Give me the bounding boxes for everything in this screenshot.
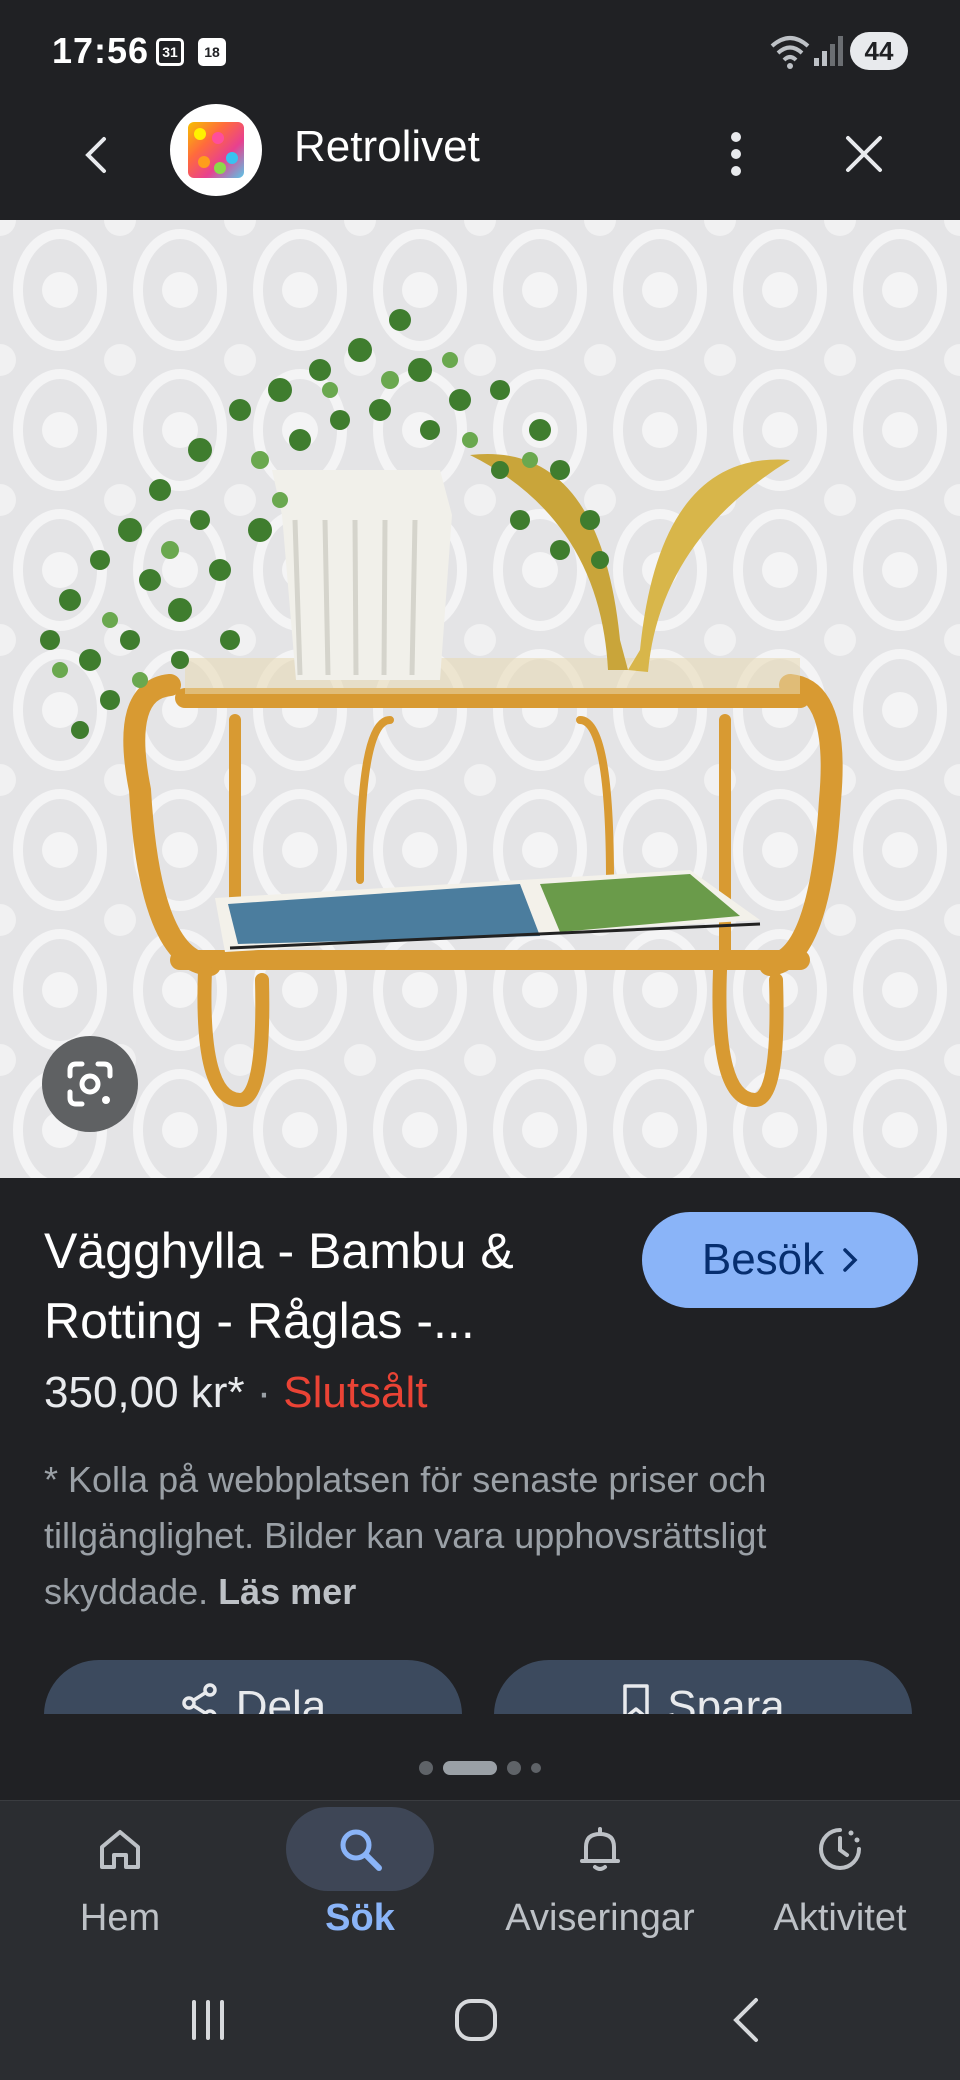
- site-logo: [188, 122, 244, 178]
- calendar-icon: 18: [198, 38, 226, 66]
- share-label: Dela: [235, 1682, 327, 1714]
- nav-item-notifications[interactable]: Aviseringar: [480, 1807, 720, 1957]
- system-navigation: [0, 1960, 960, 2080]
- system-back-button[interactable]: [714, 1988, 778, 2052]
- action-row: Dela Spara: [44, 1660, 914, 1714]
- nav-pill-active: [286, 1807, 434, 1891]
- search-icon: [340, 1829, 382, 1871]
- nav-pill: [766, 1807, 914, 1891]
- carousel-pager: [0, 1758, 960, 1778]
- status-bar: 17:56 31 18 44: [0, 0, 960, 104]
- nav-item-search[interactable]: Sök: [240, 1807, 480, 1957]
- system-home-button[interactable]: [444, 1988, 508, 2052]
- header: Retrolivet: [0, 104, 960, 220]
- pager-dot: [507, 1761, 521, 1775]
- nav-label-activity: Aktivitet: [773, 1897, 907, 1939]
- google-lens-icon: [67, 1061, 113, 1107]
- availability-status: Slutsålt: [283, 1368, 428, 1417]
- nav-pill: [526, 1807, 674, 1891]
- home-icon: [100, 1830, 140, 1869]
- recents-icon: [192, 2000, 224, 2040]
- nav-label-search: Sök: [325, 1897, 395, 1939]
- back-arrow-icon: [85, 137, 106, 173]
- pager-dot: [419, 1761, 433, 1775]
- close-icon: [846, 136, 882, 172]
- battery-indicator: 44: [850, 32, 908, 70]
- separator: ·: [256, 1368, 272, 1417]
- more-vertical-icon: [731, 132, 741, 176]
- bottom-navigation: Hem Sök Aviseringar Aktivitet: [0, 1800, 960, 1960]
- read-more-link[interactable]: Läs mer: [218, 1571, 356, 1612]
- shelf-photo: [0, 220, 960, 1178]
- product-image[interactable]: [0, 220, 960, 1178]
- calendar-icon: 31: [156, 38, 184, 66]
- chevron-right-icon: [843, 1248, 858, 1272]
- signal-icon: [814, 36, 843, 66]
- bookmark-icon: [623, 1684, 650, 1714]
- product-title[interactable]: Vägghylla - Bambu & Rotting - Råglas -..…: [44, 1216, 604, 1356]
- product-info: Vägghylla - Bambu & Rotting - Råglas -..…: [0, 1178, 960, 1798]
- pager-dot: [531, 1763, 541, 1773]
- wifi-icon: [770, 36, 810, 69]
- disclaimer-text: * Kolla på webbplatsen för senaste prise…: [44, 1459, 767, 1612]
- status-time: 17:56: [52, 30, 150, 71]
- site-name[interactable]: Retrolivet: [294, 122, 480, 172]
- disclaimer: * Kolla på webbplatsen för senaste prise…: [44, 1452, 904, 1620]
- activity-icon: [819, 1828, 861, 1870]
- site-avatar[interactable]: [170, 104, 262, 196]
- recents-button[interactable]: [176, 1988, 240, 2052]
- home-circle-icon: [455, 1999, 497, 2041]
- nav-pill: [46, 1807, 194, 1891]
- google-lens-button[interactable]: [42, 1036, 138, 1132]
- more-options-button[interactable]: [716, 124, 756, 184]
- back-button[interactable]: [70, 128, 124, 182]
- visit-button-label: Besök: [701, 1235, 825, 1284]
- price-line: 350,00 kr* · Slutsålt: [44, 1368, 428, 1418]
- nav-label-notifications: Aviseringar: [505, 1897, 695, 1939]
- save-label: Spara: [667, 1682, 785, 1714]
- close-button[interactable]: [836, 126, 892, 182]
- price: 350,00 kr*: [44, 1368, 245, 1417]
- bell-icon: [580, 1827, 620, 1871]
- back-chevron-icon: [733, 1998, 758, 2042]
- save-button[interactable]: Spara: [494, 1660, 912, 1714]
- share-button[interactable]: Dela: [44, 1660, 462, 1714]
- share-icon: [182, 1683, 217, 1714]
- nav-item-home[interactable]: Hem: [0, 1807, 240, 1957]
- nav-label-home: Hem: [79, 1897, 161, 1939]
- pager-dot-active: [443, 1761, 497, 1775]
- nav-item-activity[interactable]: Aktivitet: [720, 1807, 960, 1957]
- visit-button[interactable]: Besök: [642, 1212, 918, 1308]
